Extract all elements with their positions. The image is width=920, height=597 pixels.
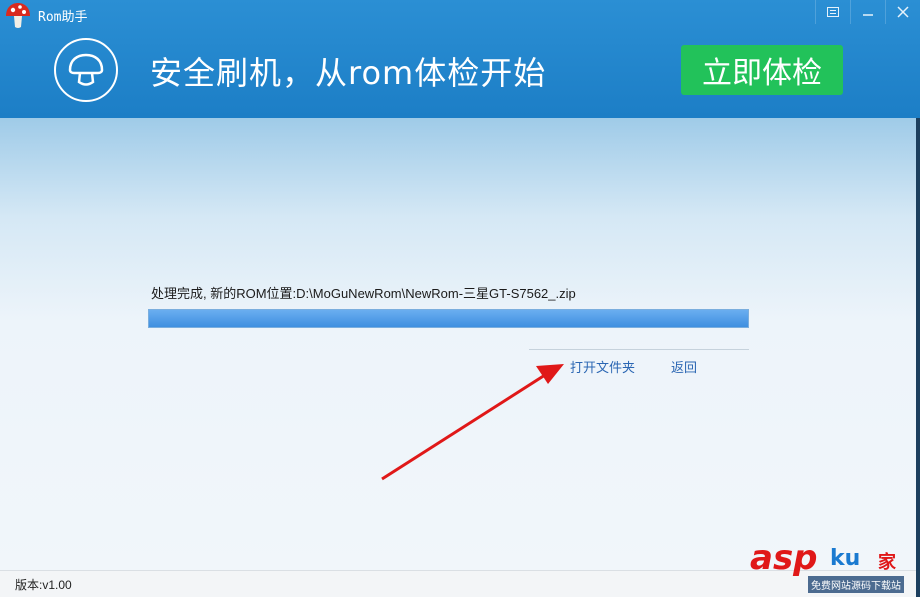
- mushroom-icon: [54, 38, 118, 102]
- main-content: [0, 118, 920, 570]
- app-title: Rom助手: [38, 10, 88, 25]
- start-check-button[interactable]: 立即体检: [681, 45, 843, 95]
- watermark-ku: ku: [830, 546, 861, 571]
- status-message: 处理完成, 新的ROM位置:D:\MoGuNewRom\NewRom-三星GT-…: [151, 286, 576, 301]
- watermark-asp: asp: [750, 538, 818, 578]
- progress-fill: [149, 310, 748, 327]
- progress-bar: [148, 309, 749, 328]
- watermark-logo: asp ku 家 免费网站源码下载站: [748, 538, 916, 597]
- menu-icon[interactable]: [815, 0, 850, 24]
- header-slogan: 安全刷机，从rom体检开始: [150, 54, 547, 92]
- window-controls: [815, 0, 920, 26]
- version-label: 版本:v1.00: [15, 578, 72, 592]
- minimize-icon[interactable]: [850, 0, 885, 24]
- header-banner: Rom助手 安全刷机，从rom体检开始 立即体检: [0, 0, 920, 118]
- title-bar[interactable]: Rom助手: [0, 0, 920, 30]
- watermark-jia: 家: [878, 552, 896, 573]
- mushroom-logo-icon: [4, 2, 32, 30]
- back-link[interactable]: 返回: [671, 357, 697, 376]
- app-window: Rom助手 安全刷机，从rom体检开始 立即体检 处理完成, 新的ROM位置:D…: [0, 0, 920, 597]
- divider: [529, 349, 749, 350]
- open-folder-link[interactable]: 打开文件夹: [570, 357, 635, 376]
- window-edge: [916, 118, 920, 597]
- watermark-subtitle: 免费网站源码下载站: [808, 576, 904, 593]
- close-icon[interactable]: [885, 0, 920, 24]
